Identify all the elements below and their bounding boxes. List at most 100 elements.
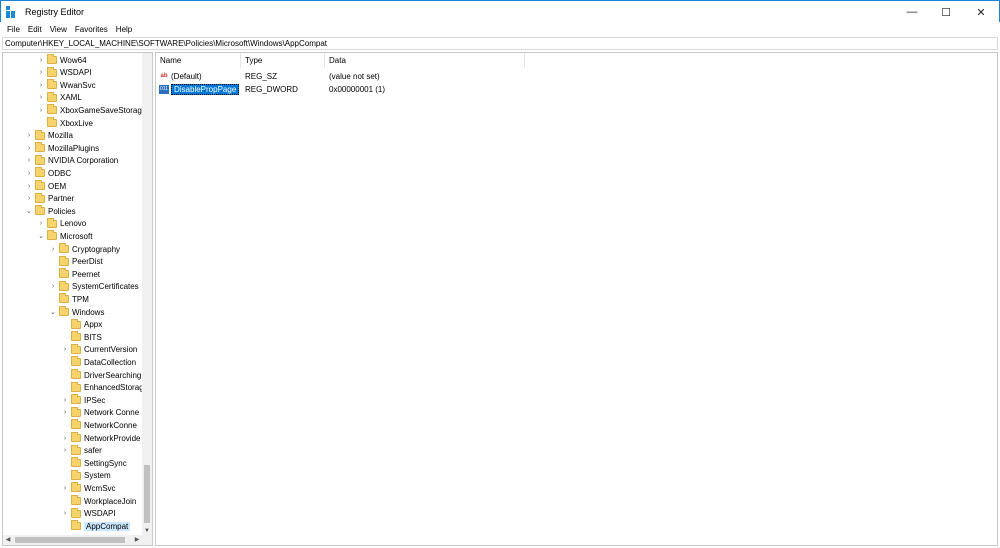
folder-icon xyxy=(71,331,81,342)
column-header-name[interactable]: Name xyxy=(156,53,241,68)
tree-item-label: WcmSvc xyxy=(84,483,116,493)
tree-item[interactable]: › SystemCertificates xyxy=(49,280,139,293)
scroll-left-arrow-icon[interactable]: ◀ xyxy=(3,535,13,545)
column-header-data[interactable]: Data xyxy=(325,53,525,68)
tree-item[interactable]: NetworkConne xyxy=(61,419,137,431)
close-button[interactable]: ✕ xyxy=(963,1,999,23)
chevron-right-icon[interactable]: › xyxy=(61,447,69,454)
menu-edit[interactable]: Edit xyxy=(24,25,46,34)
chevron-right-icon[interactable]: › xyxy=(61,397,69,404)
tree-item[interactable]: › Lenovo xyxy=(37,217,86,230)
tree-item-label: OEM xyxy=(48,181,67,191)
tree-item[interactable]: › CurrentVersion xyxy=(61,343,138,356)
tree-item[interactable]: › XAML xyxy=(37,91,82,104)
tree-item[interactable]: ⌄ Policies xyxy=(25,205,76,217)
chevron-right-icon[interactable]: › xyxy=(61,409,69,416)
chevron-down-icon[interactable]: ⌄ xyxy=(25,207,33,215)
tree-item-label: CurrentVersion xyxy=(84,345,138,355)
tree-item[interactable]: › Network Conne xyxy=(61,406,139,419)
key-tree[interactable]: › Wow64 › WSDAPI › WwanSvc › XAML › XboxGameSaveS… xyxy=(2,52,153,546)
maximize-button[interactable]: ☐ xyxy=(929,1,963,23)
chevron-right-icon[interactable]: › xyxy=(49,246,57,253)
tree-item[interactable]: TPM xyxy=(49,293,89,305)
tree-item[interactable]: ⌄ Microsoft xyxy=(37,230,92,242)
tree-item[interactable]: › Wow64 xyxy=(37,54,87,66)
tree-item[interactable]: › NetworkProvide xyxy=(61,432,140,444)
tree-item[interactable]: DataCollection xyxy=(61,356,136,368)
tree-item[interactable]: WorkplaceJoin xyxy=(61,495,136,507)
chevron-right-icon[interactable]: › xyxy=(25,183,33,190)
tree-item[interactable]: SettingSync xyxy=(61,457,127,469)
tree-item[interactable]: › WcmSvc xyxy=(61,482,116,494)
dword-value-icon: 011 xyxy=(159,85,169,95)
title-bar: Registry Editor — ☐ ✕ xyxy=(0,0,1000,22)
values-list[interactable]: Name Type Data ab (Default) REG_SZ (value… xyxy=(155,52,998,546)
chevron-down-icon[interactable]: ⌄ xyxy=(37,232,45,240)
menu-view[interactable]: View xyxy=(46,25,71,34)
tree-item[interactable]: › MozillaPlugins xyxy=(25,142,99,154)
chevron-right-icon[interactable]: › xyxy=(37,107,45,114)
tree-item[interactable]: › ODBC xyxy=(25,167,71,179)
column-header-type[interactable]: Type xyxy=(241,53,325,68)
chevron-right-icon[interactable]: › xyxy=(37,57,45,64)
folder-icon xyxy=(59,243,69,253)
tree-item[interactable]: ⌄ Windows xyxy=(49,306,104,318)
chevron-right-icon[interactable]: › xyxy=(25,145,33,152)
menu-help[interactable]: Help xyxy=(112,25,136,34)
tree-item[interactable]: › Cryptography xyxy=(49,243,120,255)
tree-horizontal-scrollbar[interactable]: ◀ ▶ xyxy=(3,535,152,545)
tree-vertical-scroll-thumb[interactable] xyxy=(144,465,150,523)
chevron-right-icon[interactable]: › xyxy=(25,157,33,164)
folder-icon xyxy=(35,205,45,216)
folder-icon xyxy=(71,406,81,417)
tree-item[interactable]: DriverSearching xyxy=(61,369,141,381)
tree-item[interactable]: › WSDAPI xyxy=(37,66,92,79)
menu-file[interactable]: File xyxy=(3,25,24,34)
chevron-right-icon[interactable]: › xyxy=(25,195,33,202)
value-data: (value not set) xyxy=(329,72,380,81)
tree-item-label: WorkplaceJoin xyxy=(84,496,137,506)
tree-item[interactable]: › Mozilla xyxy=(25,129,73,142)
chevron-right-icon[interactable]: › xyxy=(49,283,57,290)
tree-item[interactable]: EnhancedStorag xyxy=(61,381,144,394)
chevron-right-icon[interactable]: › xyxy=(25,132,33,139)
address-bar[interactable]: Computer\HKEY_LOCAL_MACHINE\SOFTWARE\Pol… xyxy=(2,37,998,50)
tree-item[interactable]: › Partner xyxy=(25,192,74,205)
tree-item[interactable]: AppCompat xyxy=(61,520,131,532)
folder-icon xyxy=(59,280,69,291)
chevron-right-icon[interactable]: › xyxy=(37,82,45,89)
tree-item-label: Appx xyxy=(84,320,103,330)
value-row[interactable]: 011 DisablePropPage REG_DWORD 0x00000001 … xyxy=(156,83,556,96)
tree-item[interactable]: › safer xyxy=(61,444,102,457)
tree-item[interactable]: › WSDAPI xyxy=(61,507,116,520)
tree-item[interactable]: Appx xyxy=(61,318,103,331)
scroll-right-arrow-icon[interactable]: ▶ xyxy=(132,535,142,545)
tree-item[interactable]: › OEM xyxy=(25,180,66,192)
chevron-right-icon[interactable]: › xyxy=(25,170,33,177)
tree-item[interactable]: PeerDist xyxy=(49,255,103,268)
chevron-right-icon[interactable]: › xyxy=(61,510,69,517)
chevron-right-icon[interactable]: › xyxy=(37,69,45,76)
tree-item[interactable]: Peernet xyxy=(49,268,100,280)
chevron-right-icon[interactable]: › xyxy=(37,94,45,101)
chevron-right-icon[interactable]: › xyxy=(61,346,69,353)
tree-horizontal-scroll-thumb[interactable] xyxy=(15,537,125,543)
tree-item[interactable]: System xyxy=(61,469,111,482)
tree-item[interactable]: XboxLive xyxy=(37,117,93,129)
value-row[interactable]: ab (Default) REG_SZ (value not set) xyxy=(156,70,556,83)
menu-favorites[interactable]: Favorites xyxy=(71,25,112,34)
chevron-right-icon[interactable]: › xyxy=(37,220,45,227)
tree-item-label: DataCollection xyxy=(84,357,137,367)
tree-vertical-scrollbar[interactable]: ▼ xyxy=(142,53,152,536)
tree-item[interactable]: › WwanSvc xyxy=(37,79,96,91)
chevron-right-icon[interactable]: › xyxy=(61,435,69,442)
folder-icon xyxy=(59,255,69,266)
tree-item[interactable]: › NVIDIA Corporation xyxy=(25,154,118,167)
tree-item[interactable]: › IPSec xyxy=(61,394,105,406)
tree-item[interactable]: › XboxGameSaveStorag xyxy=(37,104,142,116)
menu-bar: File Edit View Favorites Help xyxy=(0,22,1000,36)
tree-item[interactable]: BITS xyxy=(61,331,102,343)
chevron-down-icon[interactable]: ⌄ xyxy=(49,308,57,316)
chevron-right-icon[interactable]: › xyxy=(61,485,69,492)
minimize-button[interactable]: — xyxy=(895,1,929,23)
